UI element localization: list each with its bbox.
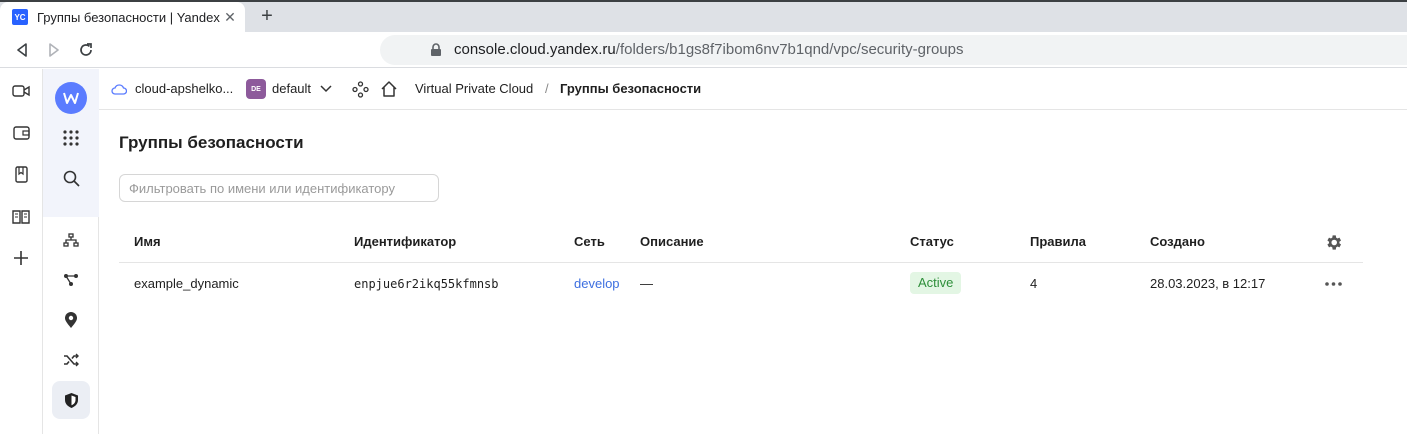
column-header-description[interactable]: Описание [640, 234, 704, 249]
global-rail [0, 69, 43, 434]
browser-tabstrip: YC Группы безопасности | Yandex Cloud ✕ … [0, 0, 1407, 32]
wallet-icon[interactable] [11, 122, 31, 142]
tab-title: Группы безопасности | Yandex Cloud [37, 9, 220, 25]
reload-button[interactable] [74, 38, 98, 62]
back-button[interactable] [10, 38, 34, 62]
folder-badge: DE [246, 79, 266, 99]
reload-icon [80, 43, 92, 56]
gear-icon[interactable] [1324, 233, 1343, 252]
cell-rules: 4 [1030, 276, 1038, 291]
breadcrumb-current: Группы безопасности [560, 81, 702, 96]
table-row[interactable]: example_dynamic enpjue6r2ikq55kfmnsb dev… [119, 263, 1363, 305]
docs-icon[interactable] [11, 206, 31, 226]
forward-button[interactable] [42, 38, 66, 62]
add-icon[interactable] [11, 248, 31, 268]
service-sidebar [43, 69, 99, 434]
column-header-id[interactable]: Идентификатор [354, 234, 456, 249]
url-text: console.cloud.yandex.ru/folders/b1gs8f7i… [454, 41, 963, 58]
column-header-created[interactable]: Создано [1150, 234, 1205, 249]
more-actions-icon[interactable] [1325, 282, 1342, 286]
service-logo-icon[interactable] [55, 82, 87, 114]
lock-icon [431, 43, 441, 56]
cell-id: enpjue6r2ikq55kfmnsb [354, 277, 499, 291]
filter-input[interactable] [119, 174, 439, 202]
forward-arrow-icon [49, 43, 59, 57]
breadcrumb-service[interactable]: Virtual Private Cloud [415, 81, 533, 96]
chevron-down-icon [320, 85, 332, 93]
all-services-icon[interactable] [61, 128, 81, 148]
column-header-status[interactable]: Статус [910, 234, 954, 249]
column-header-name[interactable]: Имя [134, 234, 161, 249]
url-host: console.cloud.yandex.ru [454, 41, 616, 58]
cloud-icon [111, 84, 127, 95]
new-tab-button[interactable]: + [255, 4, 279, 28]
network-link[interactable]: develop [574, 276, 620, 291]
cell-name: example_dynamic [134, 276, 239, 291]
networks-icon[interactable] [61, 230, 81, 250]
close-tab-icon[interactable]: ✕ [221, 8, 239, 26]
route-tables-icon[interactable] [61, 270, 81, 290]
ip-addresses-icon[interactable] [61, 310, 81, 330]
back-arrow-icon [17, 43, 27, 57]
cell-created: 28.03.2023, в 12:17 [1150, 276, 1266, 291]
breadcrumb-separator: / [545, 81, 549, 96]
status-badge: Active [910, 272, 962, 294]
url-path: /folders/b1gs8f7ibom6nv7b1qnd/vpc/securi… [615, 41, 964, 58]
book-icon[interactable] [11, 164, 31, 184]
browser-tab[interactable]: YC Группы безопасности | Yandex Cloud ✕ [0, 2, 245, 32]
services-map-icon [352, 81, 369, 98]
video-icon[interactable] [11, 81, 31, 101]
browser-toolbar: console.cloud.yandex.ru/folders/b1gs8f7i… [0, 32, 1407, 68]
breadcrumb-folder[interactable]: default [272, 81, 311, 96]
column-header-network[interactable]: Сеть [574, 234, 605, 249]
table-header: Имя Идентификатор Сеть Описание Статус П… [119, 222, 1363, 263]
breadcrumb-cloud[interactable]: cloud-apshelko... [135, 81, 233, 96]
breadcrumb: cloud-apshelko... DE default Virtual Pri… [99, 69, 1407, 110]
column-header-rules[interactable]: Правила [1030, 234, 1086, 249]
search-icon[interactable] [61, 168, 81, 188]
cell-description: — [640, 276, 653, 291]
address-bar[interactable]: console.cloud.yandex.ru/folders/b1gs8f7i… [380, 35, 1407, 65]
gateways-icon[interactable] [61, 350, 81, 370]
yandex-cloud-favicon-icon: YC [12, 9, 28, 25]
shield-icon[interactable] [61, 390, 81, 410]
page-title: Группы безопасности [119, 133, 304, 152]
home-icon [381, 81, 397, 97]
